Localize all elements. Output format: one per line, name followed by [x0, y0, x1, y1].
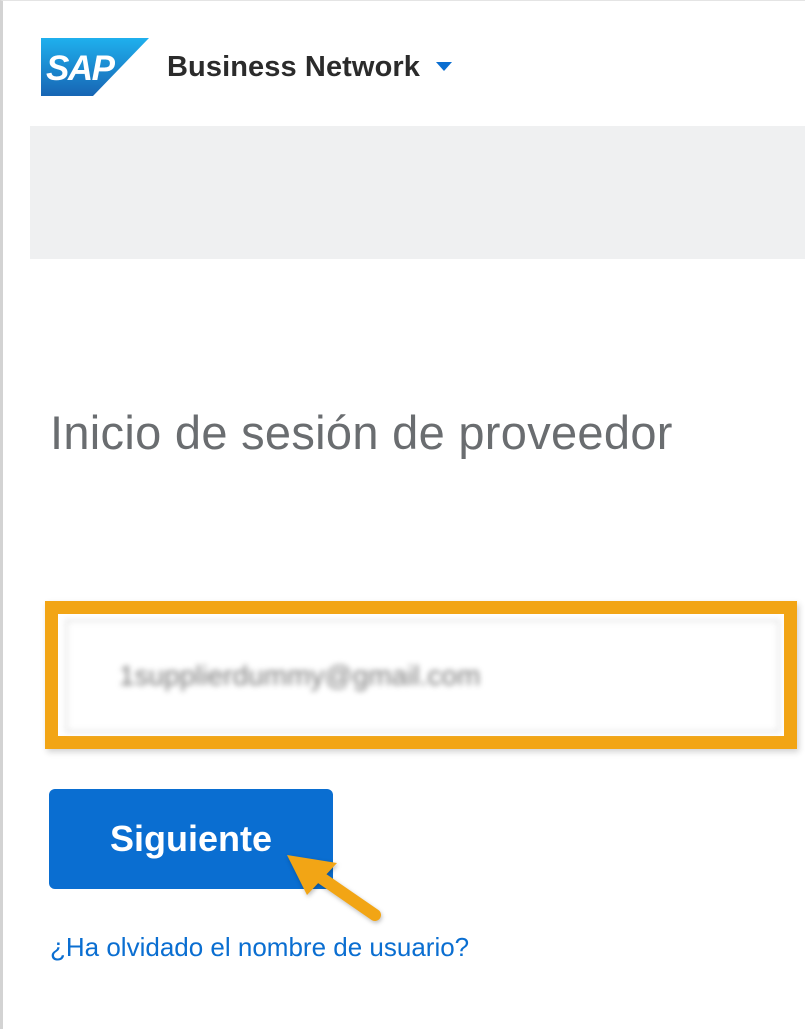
- username-input[interactable]: [66, 620, 779, 732]
- annotation-arrow-icon: [287, 855, 381, 921]
- login-page: SAP Business Network Inicio de sesión de…: [0, 0, 805, 1029]
- message-banner: [30, 126, 805, 259]
- header: SAP Business Network: [41, 37, 453, 97]
- forgot-username-link[interactable]: ¿Ha olvidado el nombre de usuario?: [50, 932, 469, 963]
- caret-down-icon: [436, 62, 453, 71]
- svg-text:SAP: SAP: [46, 49, 116, 88]
- page-title: Inicio de sesión de proveedor: [50, 406, 673, 459]
- product-switcher[interactable]: Business Network: [167, 50, 453, 84]
- sap-logo: SAP: [41, 38, 149, 96]
- product-name: Business Network: [167, 50, 421, 83]
